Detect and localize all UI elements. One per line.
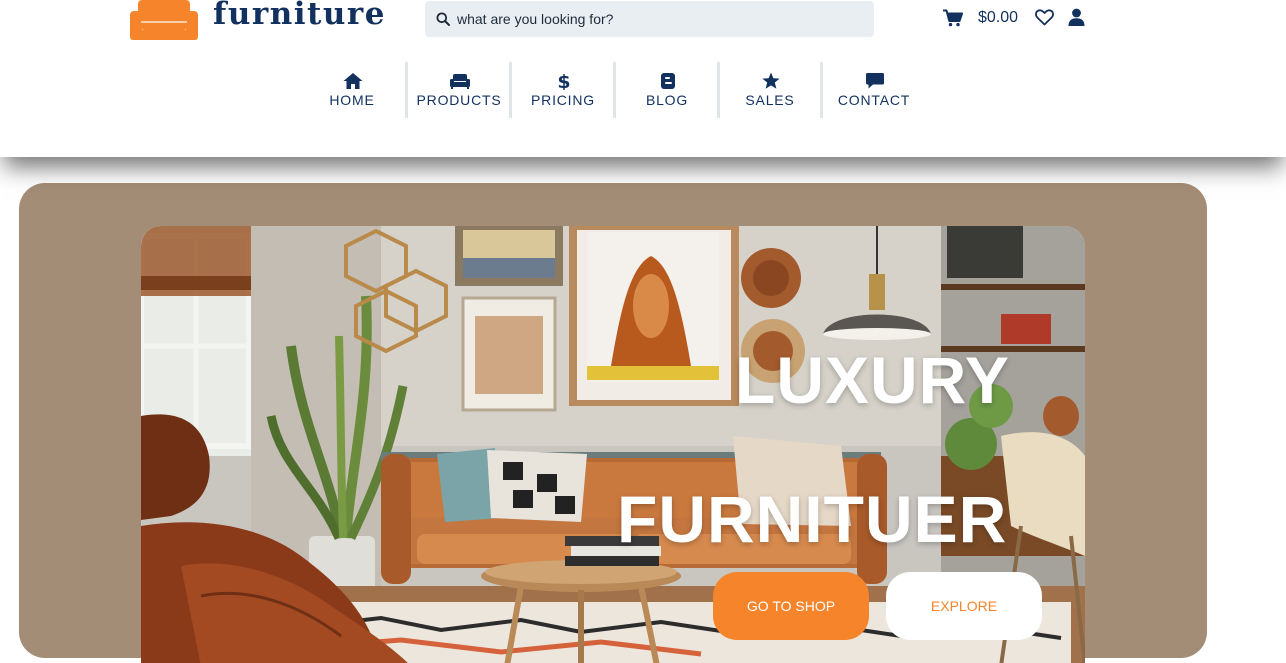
nav-label: HOME	[329, 92, 375, 108]
cart-icon[interactable]	[943, 9, 963, 27]
nav-item-sales[interactable]: SALES	[720, 62, 820, 118]
hero-title-line-2: FURNITUER	[617, 482, 1008, 556]
nav-divider	[613, 62, 616, 118]
nav-label: BLOG	[645, 92, 689, 108]
search-input[interactable]	[457, 1, 867, 37]
sofa-icon	[450, 74, 470, 89]
svg-text:$: $	[557, 72, 570, 90]
search-icon[interactable]	[436, 12, 450, 26]
nav-divider	[405, 62, 408, 118]
nav-label: SALES	[745, 92, 795, 108]
user-icon[interactable]	[1068, 8, 1085, 26]
go-to-shop-button[interactable]: GO TO SHOP	[713, 572, 869, 640]
nav-label: PRODUCTS	[416, 92, 502, 108]
nav-label: CONTACT	[837, 92, 911, 108]
armchair-logo-icon	[130, 0, 198, 40]
nav-item-pricing[interactable]: $ PRICING	[513, 62, 613, 118]
cart-total[interactable]: $0.00	[978, 9, 1018, 27]
nav-divider	[509, 62, 512, 118]
hero-title-line-1: LUXURY	[735, 343, 1010, 417]
dollar-icon: $	[557, 72, 570, 90]
nav-item-contact[interactable]: CONTACT	[824, 62, 924, 118]
nav-item-products[interactable]: PRODUCTS	[409, 62, 509, 118]
brand-name: furniture	[213, 0, 386, 32]
chat-icon	[866, 73, 884, 89]
nav-item-blog[interactable]: BLOG	[617, 62, 717, 118]
nav-item-home[interactable]: HOME	[302, 62, 402, 118]
home-icon	[343, 73, 363, 89]
heart-icon[interactable]	[1035, 9, 1054, 26]
nav-divider	[820, 62, 823, 118]
nav-label: PRICING	[531, 92, 595, 108]
site-header: furniture $0.00 HOME	[0, 0, 1286, 157]
explore-button[interactable]: EXPLORE	[886, 572, 1042, 640]
search-bar	[425, 1, 874, 37]
brand-logo[interactable]: furniture	[129, 0, 384, 44]
star-icon	[762, 72, 780, 89]
blogger-icon	[661, 73, 675, 89]
